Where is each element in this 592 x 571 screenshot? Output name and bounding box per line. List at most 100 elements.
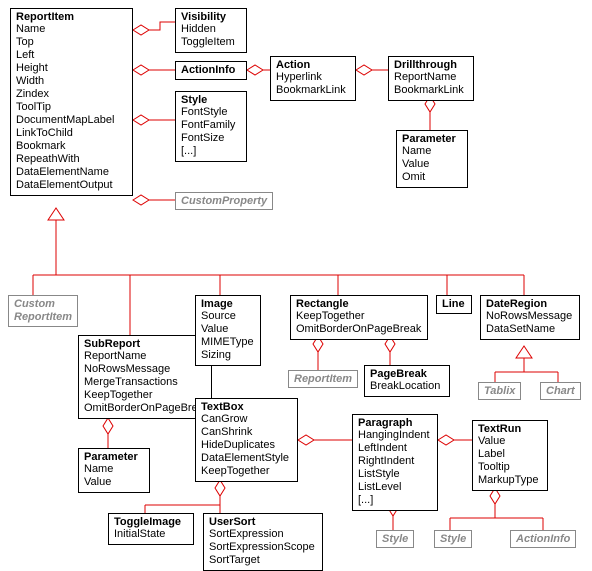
class-line: Line [436, 295, 472, 314]
class-attr: MergeTransactions [84, 376, 206, 389]
class-attrs: SourceValueMIMETypeSizing [196, 310, 260, 365]
class-attr: SortExpressionScope [209, 541, 317, 554]
class-attr: KeepTogether [84, 389, 206, 402]
class-attr: NoRowsMessage [486, 310, 574, 323]
class-attr: KeepTogether [201, 465, 292, 478]
class-attrs: NoRowsMessageDataSetName [481, 310, 579, 339]
class-title: Rectangle [291, 296, 427, 310]
class-attrs: KeepTogetherOmitBorderOnPageBreak [291, 310, 427, 339]
class-toggle-image: ToggleImage InitialState [108, 513, 194, 545]
class-attr: RepeathWith [16, 153, 127, 166]
class-parameter-subreport: Parameter NameValue [78, 448, 150, 493]
class-attr: BookmarkLink [276, 84, 350, 97]
class-attr: DocumentMapLabel [16, 114, 127, 127]
class-attrs: ValueLabelTooltipMarkupType [473, 435, 547, 490]
class-title: ActionInfo [176, 62, 246, 76]
class-title: Drillthrough [389, 57, 473, 71]
class-image: Image SourceValueMIMETypeSizing [195, 295, 261, 366]
class-attr: Height [16, 62, 127, 75]
class-attr: DataSetName [486, 323, 574, 336]
class-attr: MarkupType [478, 474, 542, 487]
class-attr: SortTarget [209, 554, 317, 567]
class-attr: Hyperlink [276, 71, 350, 84]
class-attrs: FontStyleFontFamilyFontSize[...] [176, 106, 246, 161]
class-title: TextBox [196, 399, 297, 413]
class-attrs: InitialState [109, 528, 193, 544]
class-attr: Source [201, 310, 255, 323]
class-attr: DataElementName [16, 166, 127, 179]
class-title: Parameter [397, 131, 467, 145]
class-action-info: ActionInfo [175, 61, 247, 80]
class-attr: BreakLocation [370, 380, 444, 393]
class-attr: Name [16, 23, 127, 36]
class-action: Action HyperlinkBookmarkLink [270, 56, 356, 101]
class-attr: ListLevel [358, 481, 432, 494]
class-attrs: HyperlinkBookmarkLink [271, 71, 355, 100]
class-attr: CanGrow [201, 413, 292, 426]
class-drillthrough: Drillthrough ReportNameBookmarkLink [388, 56, 474, 101]
class-rectangle: Rectangle KeepTogetherOmitBorderOnPageBr… [290, 295, 428, 340]
class-attr: FontFamily [181, 119, 241, 132]
class-title: Paragraph [353, 415, 437, 429]
class-attrs: SortExpressionSortExpressionScopeSortTar… [204, 528, 322, 570]
class-user-sort: UserSort SortExpressionSortExpressionSco… [203, 513, 323, 571]
class-attrs: ReportNameNoRowsMessageMergeTransactions… [79, 350, 211, 418]
class-attrs: ReportNameBookmarkLink [389, 71, 473, 100]
class-attr: FontSize [181, 132, 241, 145]
class-title: Image [196, 296, 260, 310]
ref-custom-report-item: Custom ReportItem [8, 295, 78, 327]
ref-report-item: ReportItem [288, 370, 358, 388]
ref-custom-property: CustomProperty [175, 192, 273, 210]
class-attr: Omit [402, 171, 462, 184]
class-paragraph: Paragraph HangingIndentLeftIndentRightIn… [352, 414, 438, 511]
class-attrs: CanGrowCanShrinkHideDuplicatesDataElemen… [196, 413, 297, 481]
class-attrs: BreakLocation [365, 380, 449, 396]
ref-chart: Chart [540, 382, 581, 400]
class-title: TextRun [473, 421, 547, 435]
class-title: ReportItem [11, 9, 132, 23]
class-attr: Tooltip [478, 461, 542, 474]
class-attr: Value [478, 435, 542, 448]
class-attr: Sizing [201, 349, 255, 362]
class-visibility: Visibility HiddenToggleItem [175, 8, 247, 53]
class-page-break: PageBreak BreakLocation [364, 365, 450, 397]
class-attr: ToolTip [16, 101, 127, 114]
class-attr: MIMEType [201, 336, 255, 349]
class-title: Style [176, 92, 246, 106]
class-text-run: TextRun ValueLabelTooltipMarkupType [472, 420, 548, 491]
class-title: UserSort [204, 514, 322, 528]
class-attr: Zindex [16, 88, 127, 101]
class-attr: ListStyle [358, 468, 432, 481]
class-parameter-drillthrough: Parameter NameValueOmit [396, 130, 468, 188]
class-date-region: DateRegion NoRowsMessageDataSetName [480, 295, 580, 340]
ref-label-line1: Custom ReportItem [14, 298, 72, 323]
class-attr: HangingIndent [358, 429, 432, 442]
class-attr: DataElementOutput [16, 179, 127, 192]
class-attr: LeftIndent [358, 442, 432, 455]
class-attr: SortExpression [209, 528, 317, 541]
class-attr: FontStyle [181, 106, 241, 119]
class-attr: ReportName [84, 350, 206, 363]
class-attr: OmitBorderOnPageBreak [84, 402, 206, 415]
class-attr: Hidden [181, 23, 241, 36]
class-title: Parameter [79, 449, 149, 463]
class-attr: [...] [358, 494, 432, 507]
class-attrs: NameTopLeftHeightWidthZindexToolTipDocum… [11, 23, 132, 195]
class-attrs: HangingIndentLeftIndentRightIndentListSt… [353, 429, 437, 510]
class-attr: KeepTogether [296, 310, 422, 323]
class-attr: Name [402, 145, 462, 158]
class-title: DateRegion [481, 296, 579, 310]
class-attr: Left [16, 49, 127, 62]
class-style: Style FontStyleFontFamilyFontSize[...] [175, 91, 247, 162]
class-title: Action [271, 57, 355, 71]
class-attr: Label [478, 448, 542, 461]
class-attr: BookmarkLink [394, 84, 468, 97]
class-title: ToggleImage [109, 514, 193, 528]
class-title: SubReport [79, 336, 211, 350]
class-attr: Name [84, 463, 144, 476]
class-attr: Bookmark [16, 140, 127, 153]
class-attr: Top [16, 36, 127, 49]
class-attr: OmitBorderOnPageBreak [296, 323, 422, 336]
class-attr: Width [16, 75, 127, 88]
class-attr: Value [201, 323, 255, 336]
